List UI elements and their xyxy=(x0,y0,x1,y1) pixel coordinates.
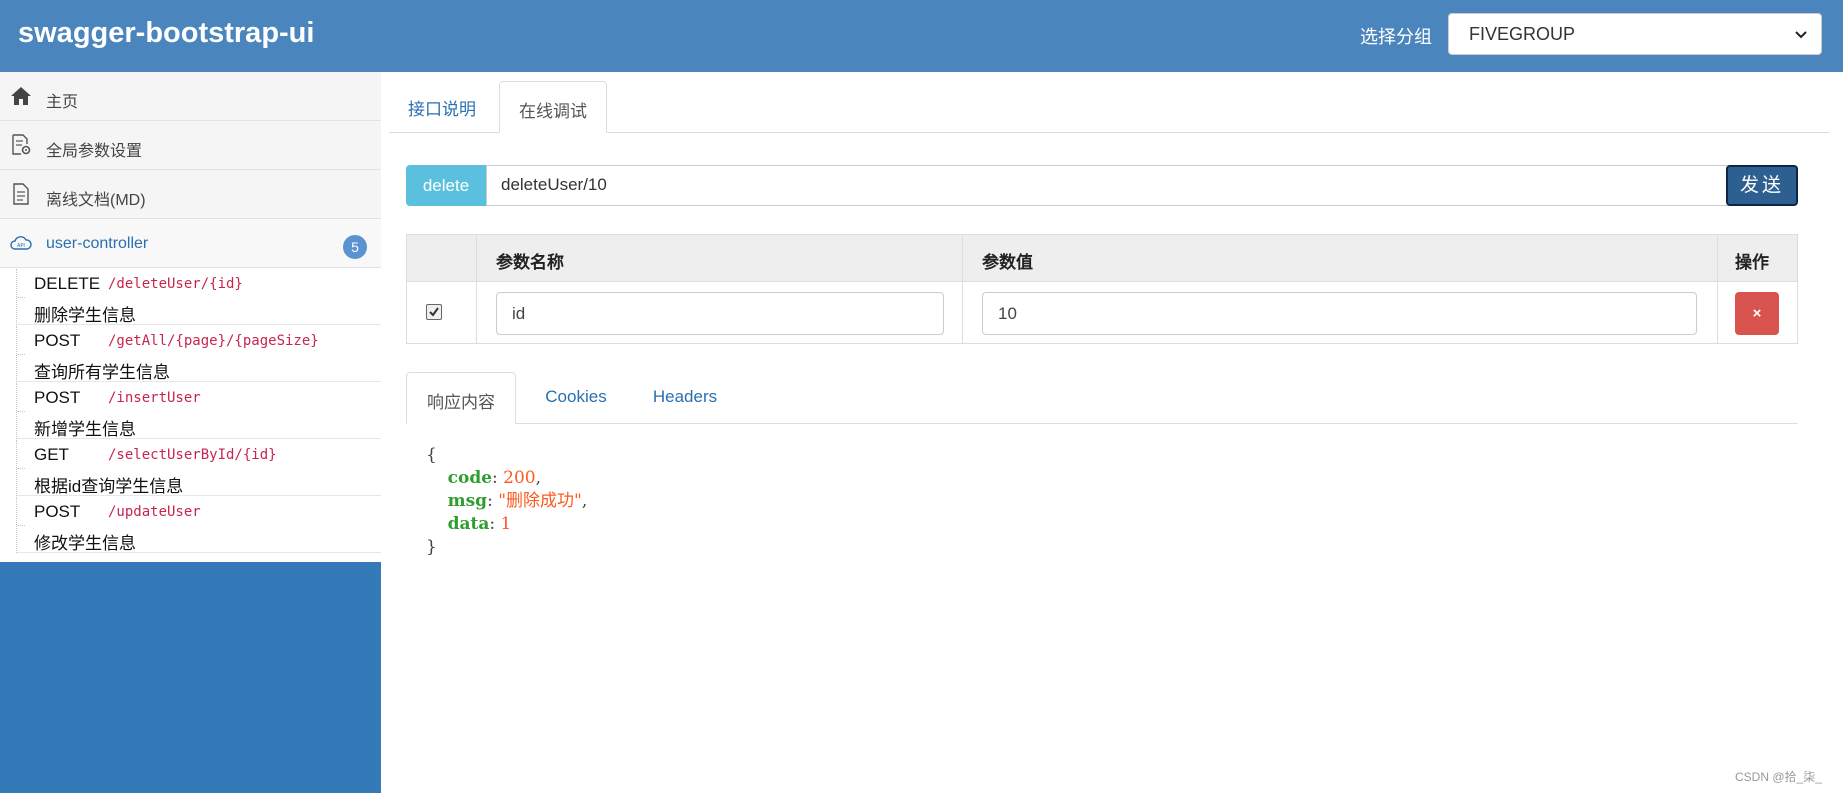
sidebar-item-global-params[interactable]: 全局参数设置 xyxy=(0,121,381,170)
controller-label: user-controller xyxy=(46,235,149,252)
request-method-badge: delete xyxy=(406,165,486,206)
sidebar-item-label: 主页 xyxy=(46,94,79,111)
params-table: 参数名称 参数值 操作 id 10 × xyxy=(406,234,1798,344)
api-count-badge: 5 xyxy=(343,235,367,259)
json-line: data: 1 xyxy=(447,514,512,534)
param-name-input[interactable]: id xyxy=(496,292,944,335)
json-key: data xyxy=(447,514,490,534)
request-url-input[interactable]: deleteUser/10 xyxy=(486,165,1731,206)
api-method: POST xyxy=(34,331,81,350)
api-desc: 新增学生信息 xyxy=(34,420,136,439)
api-item-select-user-by-id[interactable]: GET /selectUserById/{id} 根据id查询学生信息 xyxy=(16,440,381,496)
tree-line xyxy=(16,383,26,439)
tree-line xyxy=(16,269,26,325)
api-path: /deleteUser/{id} xyxy=(108,276,243,292)
svg-text:API: API xyxy=(17,243,25,249)
api-desc: 查询所有学生信息 xyxy=(34,363,170,382)
sidebar-item-user-controller[interactable]: API user-controller xyxy=(0,219,381,268)
json-value: 1 xyxy=(500,514,512,534)
api-desc: 删除学生信息 xyxy=(34,306,136,325)
api-desc: 修改学生信息 xyxy=(34,534,136,553)
sidebar-menu: 主页 全局参数设置 离线文档(MD) API user-controller 5… xyxy=(0,72,381,562)
api-path: /selectUserById/{id} xyxy=(108,447,277,463)
api-path: /getAll/{page}/{pageSize} xyxy=(108,333,319,349)
tab-response-body[interactable]: 响应内容 xyxy=(406,372,516,424)
send-button[interactable]: 发送 xyxy=(1726,165,1798,206)
response-json: { code: 200, msg: "删除成功", data: 1 } xyxy=(426,444,587,559)
tab-cookies[interactable]: Cookies xyxy=(522,372,630,424)
group-select-label: 选择分组 xyxy=(1360,27,1432,47)
json-key: msg xyxy=(447,491,488,511)
column-divider xyxy=(962,235,963,343)
group-select[interactable]: FIVEGROUP xyxy=(1448,13,1822,55)
tree-line xyxy=(16,497,26,553)
top-bar: swagger-bootstrap-ui 选择分组 FIVEGROUP xyxy=(0,0,1843,72)
api-method: DELETE xyxy=(34,274,101,293)
api-item-insert-user[interactable]: POST /insertUser 新增学生信息 xyxy=(16,383,381,439)
chevron-down-icon xyxy=(1795,31,1807,39)
column-divider xyxy=(1717,235,1718,343)
column-header-value: 参数值 xyxy=(982,253,1033,272)
api-method: POST xyxy=(34,388,81,407)
check-icon xyxy=(429,307,439,317)
tab-api-description[interactable]: 接口说明 xyxy=(389,80,495,132)
sidebar-item-label: 全局参数设置 xyxy=(46,143,143,160)
params-table-header xyxy=(407,235,1797,282)
sidebar-item-offline-doc[interactable]: 离线文档(MD) xyxy=(0,170,381,219)
json-value: 200 xyxy=(503,468,536,488)
home-icon xyxy=(11,87,31,105)
param-value-input[interactable]: 10 xyxy=(982,292,1697,335)
api-desc: 根据id查询学生信息 xyxy=(34,477,184,496)
column-header-name: 参数名称 xyxy=(496,253,564,272)
api-method: GET xyxy=(34,445,69,464)
json-line: code: 200, xyxy=(447,468,542,488)
json-value: "删除成功" xyxy=(498,491,582,511)
json-close-brace: } xyxy=(426,537,437,557)
sidebar-item-home[interactable]: 主页 xyxy=(0,72,381,121)
brand-title: swagger-bootstrap-ui xyxy=(18,17,315,49)
json-comma: , xyxy=(581,491,588,511)
document-icon xyxy=(13,183,29,205)
tab-online-debug[interactable]: 在线调试 xyxy=(499,81,607,133)
tab-headers[interactable]: Headers xyxy=(630,372,740,424)
delete-param-button[interactable]: × xyxy=(1735,292,1779,335)
tree-line xyxy=(16,326,26,382)
api-item-get-all[interactable]: POST /getAll/{page}/{pageSize} 查询所有学生信息 xyxy=(16,326,381,382)
json-key: code xyxy=(447,468,493,488)
column-divider xyxy=(476,235,477,343)
doc-settings-icon xyxy=(12,134,31,155)
tree-line xyxy=(16,440,26,496)
api-item-delete-user[interactable]: DELETE /deleteUser/{id} 删除学生信息 xyxy=(16,269,381,325)
json-comma: , xyxy=(535,468,542,488)
api-item-update-user[interactable]: POST /updateUser 修改学生信息 xyxy=(16,497,381,553)
json-line: msg: "删除成功", xyxy=(447,491,588,511)
cloud-api-icon: API xyxy=(10,236,32,250)
param-enabled-checkbox[interactable] xyxy=(426,304,442,320)
sidebar-item-label: 离线文档(MD) xyxy=(46,192,146,209)
column-header-action: 操作 xyxy=(1735,253,1769,272)
group-select-value: FIVEGROUP xyxy=(1469,24,1576,44)
api-method: POST xyxy=(34,502,81,521)
watermark: CSDN @拾_柒_ xyxy=(1735,770,1822,784)
sidebar: 主页 全局参数设置 离线文档(MD) API user-controller 5… xyxy=(0,72,381,793)
api-path: /insertUser xyxy=(108,390,201,406)
api-path: /updateUser xyxy=(108,504,201,520)
json-open-brace: { xyxy=(426,445,437,465)
main-panel: 接口说明 在线调试 delete deleteUser/10 发送 参数名称 参… xyxy=(381,72,1843,793)
